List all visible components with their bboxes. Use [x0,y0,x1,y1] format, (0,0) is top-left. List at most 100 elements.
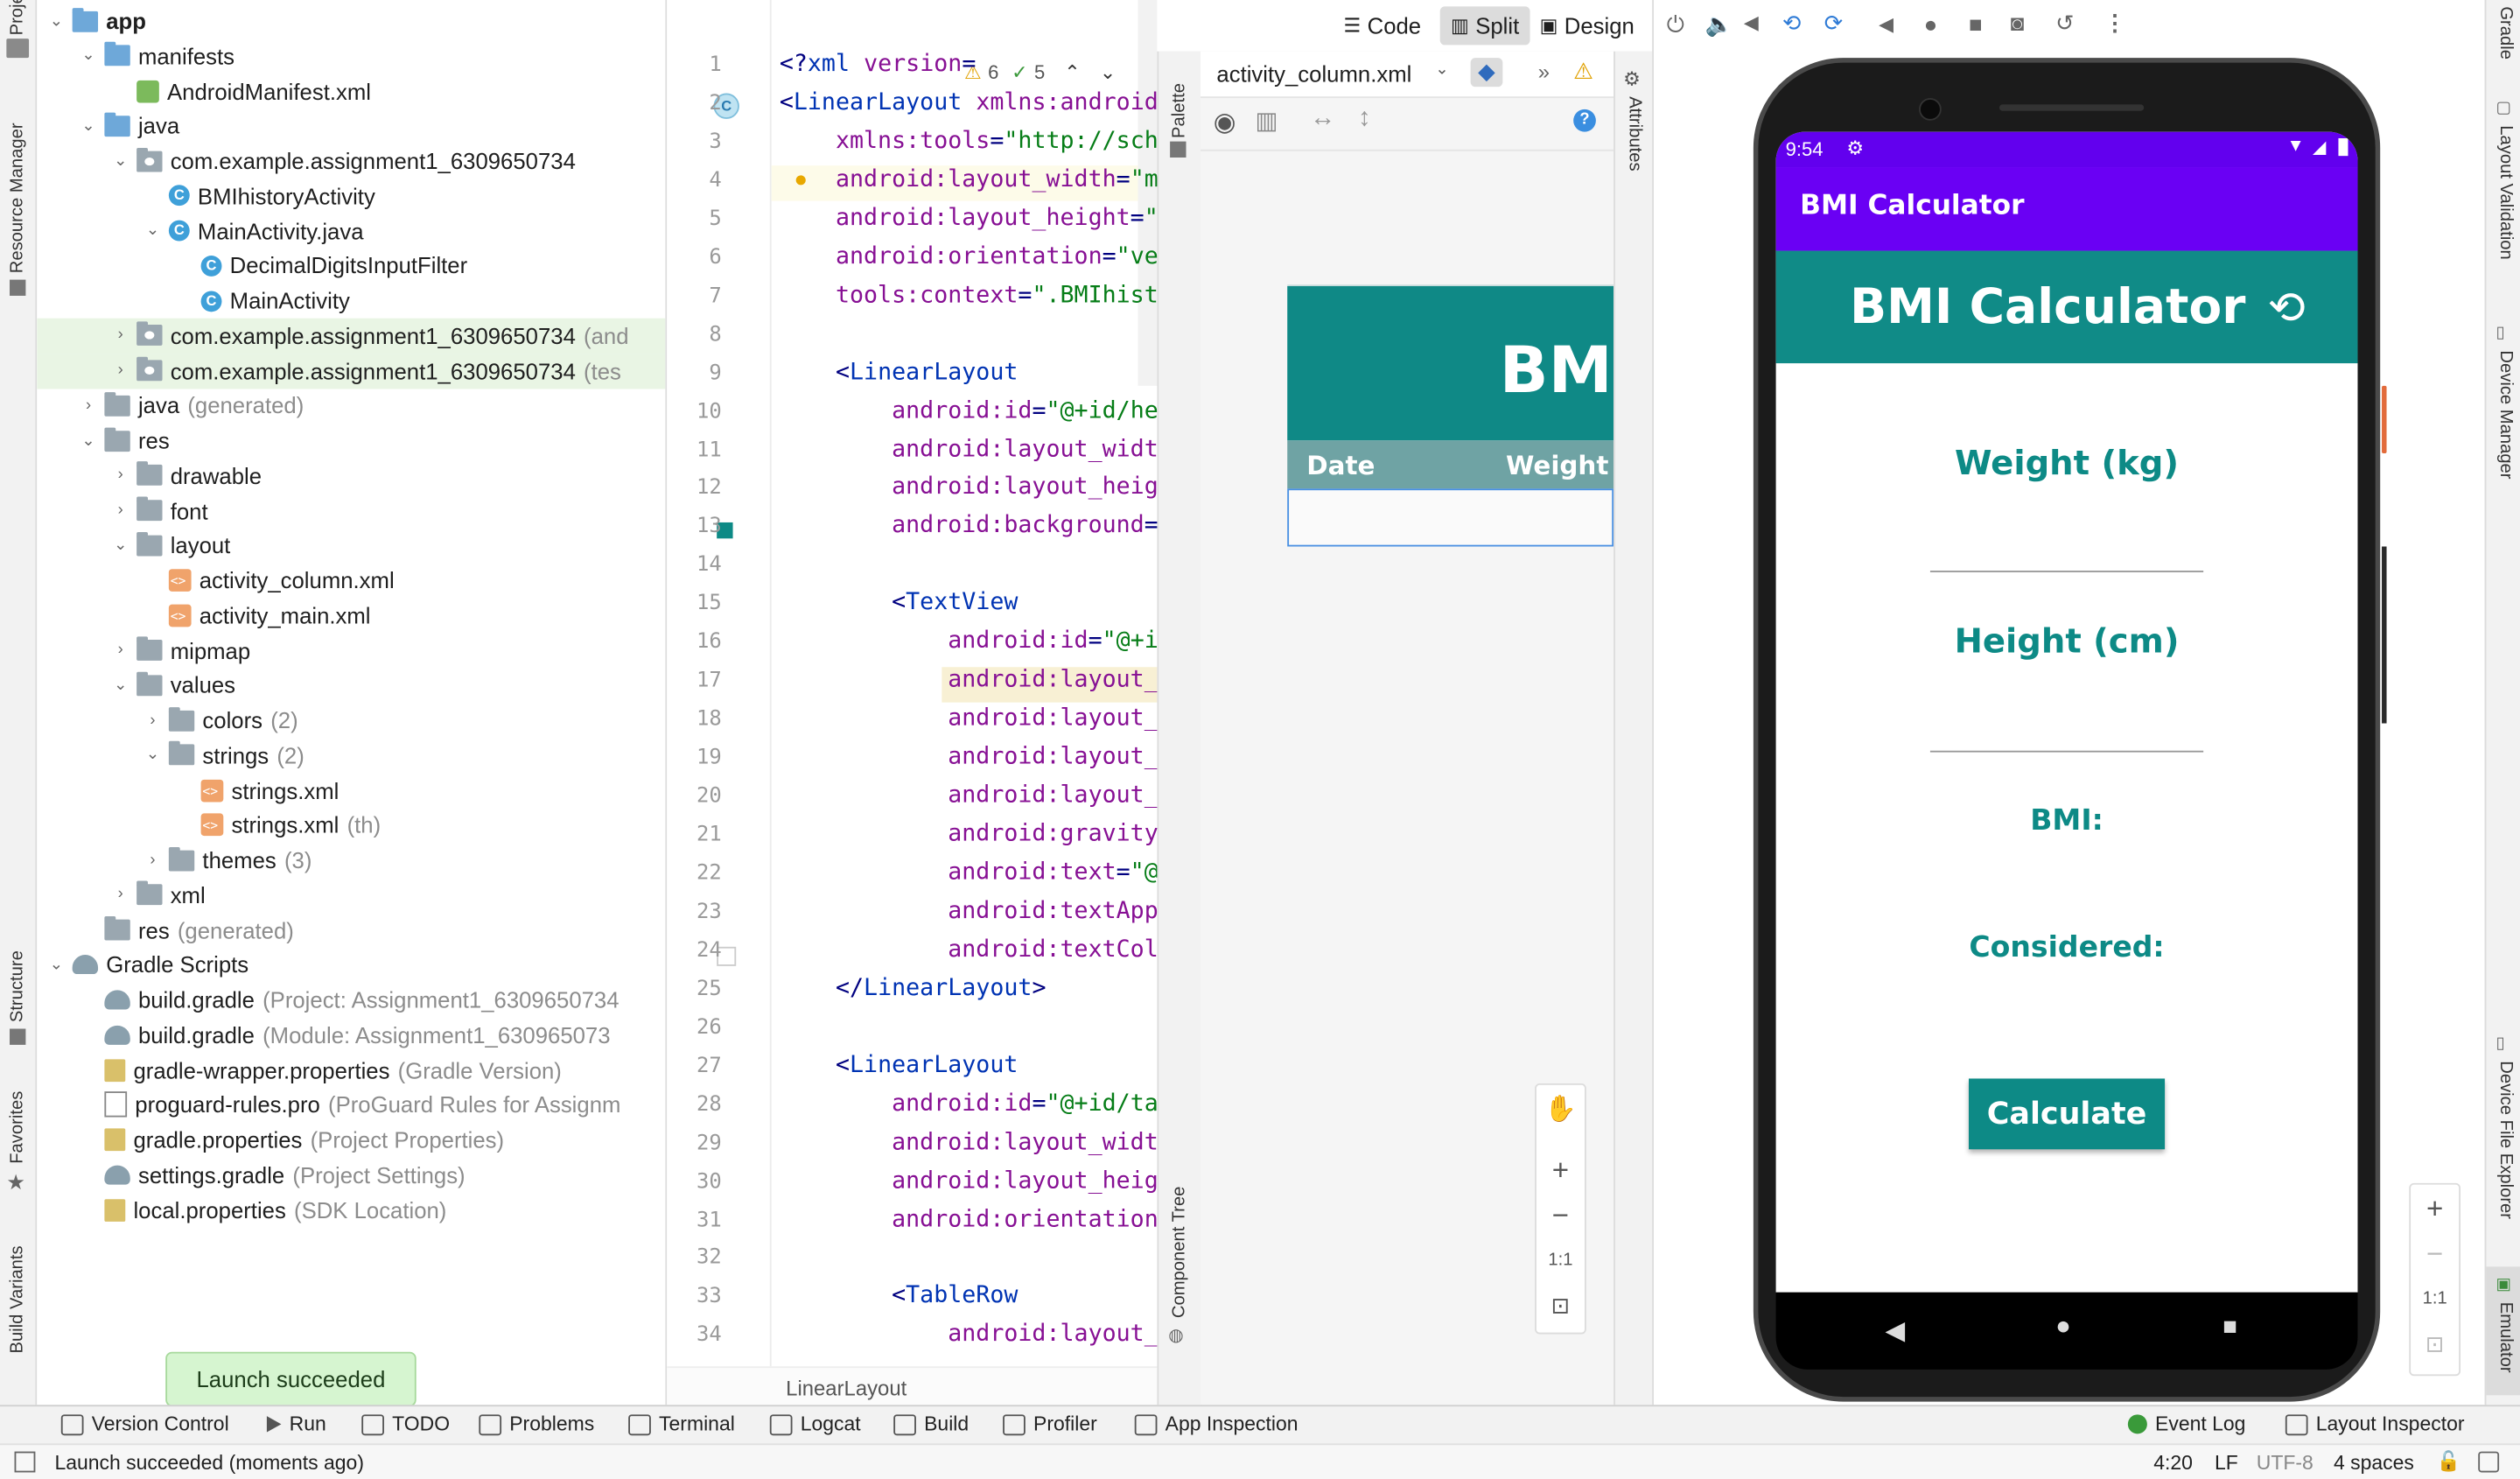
code-line[interactable]: android:gravity= [780,822,1157,847]
chevron-down-icon[interactable]: ⌄ [79,117,98,135]
chevron-right-icon[interactable]: › [143,711,162,729]
code-line[interactable]: <LinearLayout [780,1052,1018,1077]
chevron-right-icon[interactable]: › [111,326,130,344]
tree-item[interactable]: › xml [37,877,665,912]
tool-window-profiler[interactable]: Profiler [1003,1412,1097,1435]
split-view-button[interactable]: ▥ Split [1439,6,1530,46]
toggle-panels-icon[interactable] [14,1451,36,1473]
chevron-down-icon[interactable]: ⌄ [1100,61,1116,84]
height-input[interactable] [1929,750,2204,753]
vertical-resize-icon[interactable]: ↕ [1358,104,1371,133]
code-line[interactable]: android:layout_w [780,668,1157,693]
tree-item[interactable]: › com.example.assignment1_6309650734 (tes [37,353,666,389]
editor-scrollbar[interactable] [1138,0,1158,386]
code-line[interactable]: android:id="@+id [780,629,1157,655]
resource-manager-tab[interactable]: Resource Manager [0,100,35,273]
power-icon[interactable]: ⏻ [1667,11,1684,39]
code-line[interactable]: tools:context=".BMIhisto [780,283,1158,308]
more-icon[interactable]: ⋮ [2104,10,2126,37]
phone-screen[interactable]: 9:54 ⚙ ▼ ◢ BMI Calculator BMI Calculator… [1775,131,2358,1293]
rotate-right-icon[interactable]: ⟳ [1824,10,1844,37]
tool-window-problems[interactable]: Problems [479,1412,594,1435]
tree-item[interactable]: ⌄ values [37,668,665,703]
nav-overview-icon[interactable]: ■ [2222,1314,2237,1341]
chevron-right-icon[interactable]: › [111,501,130,519]
dropdown-chevron-icon[interactable]: ⌄ [1435,61,1448,79]
tree-item[interactable]: ⌄ com.example.assignment1_6309650734 [37,143,665,178]
layers-icon[interactable]: ◆ [1470,58,1503,88]
chevron-right-icon[interactable]: › [111,641,130,659]
tree-item[interactable]: ⌄ layout [37,528,665,563]
build-variants-tab[interactable]: Build Variants [0,1231,35,1353]
layout-file-dropdown[interactable]: activity_column.xml [1216,61,1411,87]
code-line[interactable]: <LinearLayout [780,360,1018,385]
rotate-left-icon[interactable]: ⟲ [1782,10,1802,37]
attributes-tab[interactable]: Attributes [1617,96,1652,209]
gradle-tab[interactable]: Gradle [2488,6,2520,70]
tree-item[interactable]: ⌄ C MainActivity.java [37,213,665,248]
zoom-out-icon[interactable]: − [1538,1195,1583,1237]
caret-position[interactable]: 4:20 [2153,1452,2193,1475]
structure-tab[interactable]: Structure [0,932,35,1022]
overflow-chevron-icon[interactable]: » [1538,60,1550,84]
back-icon[interactable]: ◀ [1879,13,1894,36]
volume-down-icon[interactable]: ◀ [1744,11,1759,34]
chevron-down-icon[interactable]: ⌄ [111,152,130,170]
check-count[interactable]: 5 [1034,61,1045,84]
zoom-in-icon[interactable]: + [1538,1149,1583,1191]
calculate-button[interactable]: Calculate [1969,1078,2166,1150]
chevron-right-icon[interactable]: › [79,396,98,414]
warning-icon[interactable]: ⚠ [1573,58,1593,85]
lock-icon[interactable]: 🔓 [2436,1450,2460,1473]
tree-item[interactable]: build.gradle (Module: Assignment1_6309650… [37,1017,665,1052]
code-line[interactable]: android:orientation= [780,1206,1157,1231]
tree-item[interactable]: res (generated) [37,912,665,947]
tool-window-layout-inspector[interactable]: Layout Inspector [2285,1412,2464,1435]
code-view-button[interactable]: ☰ Code [1344,10,1422,42]
chevron-down-icon[interactable]: ⌄ [143,747,162,764]
help-icon[interactable]: ? [1573,109,1596,132]
tool-window-event-log[interactable]: Event Log [2127,1412,2245,1435]
chevron-down-icon[interactable]: ⌄ [46,956,66,973]
code-line[interactable]: android:layout_w [780,783,1157,809]
tree-item[interactable]: strings.xml [37,773,665,808]
code-line[interactable]: <TextView [780,591,1018,616]
tree-item[interactable]: activity_column.xml [37,563,665,598]
chevron-right-icon[interactable]: › [111,361,130,379]
tool-window-todo[interactable]: TODO [361,1412,450,1435]
tree-item[interactable]: AndroidManifest.xml [37,74,665,109]
device-manager-tab[interactable]: Device Manager [2488,350,2520,504]
launch-toast[interactable]: Launch succeeded [165,1351,416,1407]
tree-item[interactable]: C DecimalDigitsInputFilter [37,248,665,283]
home-icon[interactable]: ● [1924,11,1938,37]
emulator-zoom-fit-icon[interactable]: ⊡ [2412,1323,2457,1365]
code-line[interactable]: android:background=" [780,514,1157,539]
emulator-zoom-actual-button[interactable]: 1:1 [2412,1278,2457,1320]
zoom-actual-size-button[interactable]: 1:1 [1538,1239,1583,1281]
nav-back-icon[interactable]: ◀ [1885,1314,1905,1347]
horizontal-resize-icon[interactable]: ↔ [1310,104,1335,133]
code-line[interactable]: android:layout_heigh [780,1167,1157,1193]
weight-input[interactable] [1929,571,2204,572]
tool-window-version-control[interactable]: Version Control [60,1412,229,1435]
design-view-button[interactable]: ▣ Design [1540,10,1634,42]
tree-item[interactable]: ⌄ res [37,423,665,458]
preview-selection-box[interactable] [1287,488,1614,547]
tree-item[interactable]: ⌄ manifests [37,39,665,74]
volume-up-icon[interactable]: 🔈 [1705,11,1733,39]
history-icon[interactable]: ⟲ [2268,285,2306,331]
camera-icon[interactable]: ◙ [2011,10,2025,35]
tree-item[interactable]: › drawable [37,458,665,493]
tree-item[interactable]: strings.xml(th) [37,808,665,843]
tree-item[interactable]: C MainActivity [37,283,665,318]
tool-window-app-inspection[interactable]: App Inspection [1134,1412,1298,1435]
preview-canvas[interactable]: BM Date Weight [1287,284,1614,547]
code-line[interactable]: xmlns:tools="http://sche [780,129,1158,154]
code-line[interactable]: android:orientation="ver [780,244,1158,270]
code-editor[interactable]: ⚠ 6 ✓ 5 ⌃ ⌄ C ● 1 <?xml version= 2 <LinearL… [667,0,1158,1405]
tool-window-run[interactable]: Run [266,1412,326,1435]
snapshot-icon[interactable]: ↺ [2055,10,2075,37]
code-line[interactable]: <TableRow [780,1283,1018,1308]
tree-item[interactable]: C BMIhistoryActivity [37,178,665,213]
code-line[interactable]: android:layout_width [780,437,1157,462]
